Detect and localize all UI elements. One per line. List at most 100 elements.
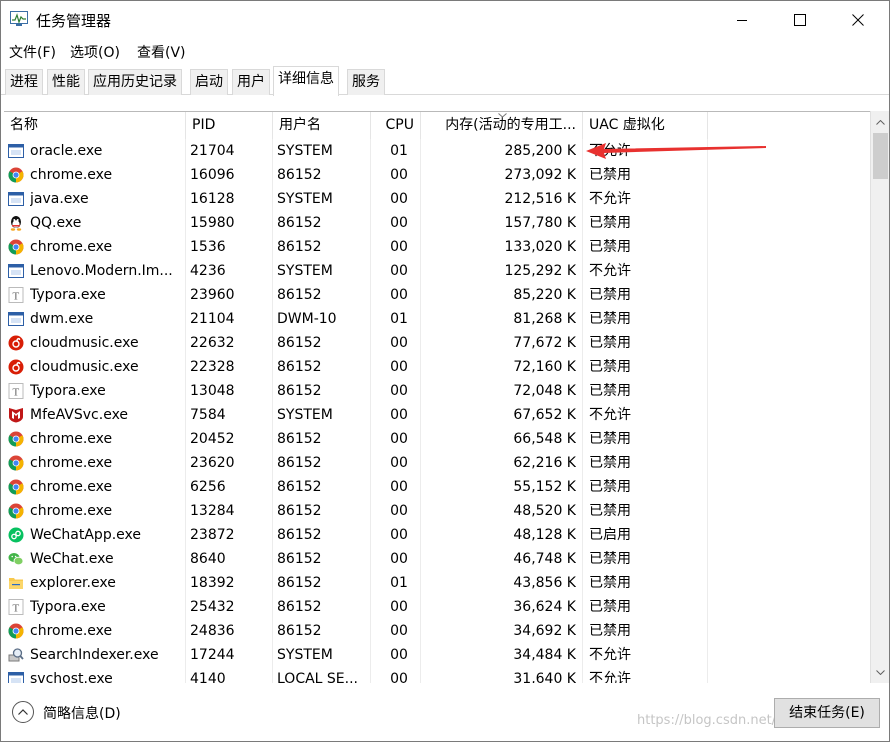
process-cpu: 00	[390, 263, 408, 279]
table-row[interactable]: MfeAVSvc.exe 7584 SYSTEM 00 67,652 K 不允许	[4, 403, 870, 427]
mcafee-icon	[8, 407, 24, 423]
process-pid: 4236	[190, 263, 226, 279]
table-row[interactable]: T Typora.exe 13048 86152 00 72,048 K 已禁用	[4, 379, 870, 403]
process-username: SYSTEM	[277, 407, 333, 423]
process-username: 86152	[277, 215, 322, 231]
table-row[interactable]: SearchIndexer.exe 17244 SYSTEM 00 34,484 K 不允…	[4, 643, 870, 667]
process-cpu: 00	[390, 215, 408, 231]
process-username: SYSTEM	[277, 143, 333, 159]
menu-options[interactable]: 选项(O)	[70, 42, 120, 62]
table-row[interactable]: WeChatApp.exe 23872 86152 00 48,128 K 已启用	[4, 523, 870, 547]
close-button[interactable]	[835, 1, 881, 39]
table-row[interactable]: WeChat.exe 8640 86152 00 46,748 K 已禁用	[4, 547, 870, 571]
process-cpu: 00	[390, 455, 408, 471]
table-row[interactable]: chrome.exe 13284 86152 00 48,520 K 已禁用	[4, 499, 870, 523]
table-row[interactable]: T Typora.exe 25432 86152 00 36,624 K 已禁用	[4, 595, 870, 619]
process-memory: 31,640 K	[513, 671, 576, 683]
process-name: QQ.exe	[30, 215, 82, 231]
process-memory: 77,672 K	[513, 335, 576, 351]
process-memory: 85,220 K	[513, 287, 576, 303]
column-header-uac[interactable]: UAC 虚拟化	[583, 112, 708, 139]
menu-view[interactable]: 查看(V)	[137, 42, 186, 62]
fewer-details-link[interactable]: 简略信息(D)	[43, 703, 121, 723]
table-row[interactable]: chrome.exe 24836 86152 00 34,692 K 已禁用	[4, 619, 870, 643]
table-row[interactable]: chrome.exe 20452 86152 00 66,548 K 已禁用	[4, 427, 870, 451]
column-header-pid[interactable]: PID	[186, 112, 273, 139]
process-username: 86152	[277, 599, 322, 615]
process-pid: 13284	[190, 503, 235, 519]
process-memory: 46,748 K	[513, 551, 576, 567]
process-cpu: 00	[390, 503, 408, 519]
vertical-scrollbar[interactable]	[870, 111, 889, 683]
scroll-up-button[interactable]	[871, 113, 890, 131]
process-name: MfeAVSvc.exe	[30, 407, 129, 423]
process-pid: 21104	[190, 311, 235, 327]
table-row[interactable]: chrome.exe 16096 86152 00 273,092 K 已禁用	[4, 163, 870, 187]
process-pid: 20452	[190, 431, 235, 447]
process-username: SYSTEM	[277, 191, 333, 207]
process-name: Typora.exe	[30, 599, 106, 615]
menu-file[interactable]: 文件(F)	[9, 42, 56, 62]
tab-processes[interactable]: 进程	[5, 69, 43, 95]
process-name: SearchIndexer.exe	[30, 647, 159, 663]
task-manager-icon	[10, 11, 28, 26]
maximize-button[interactable]	[777, 1, 823, 39]
column-header-name[interactable]: 名称	[4, 112, 186, 139]
table-row[interactable]: T Typora.exe 23960 86152 00 85,220 K 已禁用	[4, 283, 870, 307]
table-row[interactable]: chrome.exe 1536 86152 00 133,020 K 已禁用	[4, 235, 870, 259]
process-pid: 1536	[190, 239, 226, 255]
process-username: DWM-10	[277, 311, 337, 327]
process-cpu: 00	[390, 407, 408, 423]
qq-icon	[8, 215, 24, 231]
process-name: chrome.exe	[30, 479, 113, 495]
tab-services[interactable]: 服务	[347, 69, 385, 95]
process-uac: 已启用	[589, 527, 631, 543]
table-row[interactable]: cloudmusic.exe 22328 86152 00 72,160 K 已禁用	[4, 355, 870, 379]
table-row[interactable]: cloudmusic.exe 22632 86152 00 77,672 K 已禁用	[4, 331, 870, 355]
wechat-icon	[8, 551, 24, 567]
process-pid: 22328	[190, 359, 235, 375]
table-row[interactable]: chrome.exe 6256 86152 00 55,152 K 已禁用	[4, 475, 870, 499]
chrome-icon	[8, 167, 24, 183]
table-row[interactable]: QQ.exe 15980 86152 00 157,780 K 已禁用	[4, 211, 870, 235]
table-row[interactable]: Lenovo.Modern.Im... 4236 SYSTEM 00 125,292 K…	[4, 259, 870, 283]
scroll-thumb[interactable]	[873, 133, 888, 179]
chevron-up-circle-icon[interactable]	[12, 701, 34, 723]
arrow-shape	[586, 143, 766, 159]
column-header-cpu[interactable]: CPU	[371, 112, 421, 139]
app-window-icon	[8, 311, 24, 327]
details-table: 名称 PID 用户名 CPU 内存(活动的专用工... UAC 虚拟化 orac…	[4, 111, 870, 683]
tab-users[interactable]: 用户	[232, 69, 270, 95]
process-cpu: 00	[390, 671, 408, 683]
process-memory: 36,624 K	[513, 599, 576, 615]
column-header-username[interactable]: 用户名	[273, 112, 371, 139]
process-uac: 已禁用	[589, 359, 631, 375]
process-memory: 157,780 K	[504, 215, 576, 231]
process-memory: 133,020 K	[504, 239, 576, 255]
table-row[interactable]: explorer.exe 18392 86152 01 43,856 K 已禁用	[4, 571, 870, 595]
table-row[interactable]: java.exe 16128 SYSTEM 00 212,516 K 不允许	[4, 187, 870, 211]
table-row[interactable]: chrome.exe 23620 86152 00 62,216 K 已禁用	[4, 451, 870, 475]
end-task-button[interactable]: 结束任务(E)	[774, 698, 880, 728]
process-username: 86152	[277, 167, 322, 183]
process-cpu: 00	[390, 431, 408, 447]
svg-text:T: T	[13, 603, 20, 615]
process-memory: 67,652 K	[513, 407, 576, 423]
process-uac: 已禁用	[589, 431, 631, 447]
process-pid: 7584	[190, 407, 226, 423]
tab-details[interactable]: 详细信息	[273, 66, 339, 96]
process-pid: 6256	[190, 479, 226, 495]
table-row[interactable]: svchost.exe 4140 LOCAL SE... 00 31,640 K 不允许	[4, 667, 870, 683]
process-uac: 已禁用	[589, 455, 631, 471]
tab-performance[interactable]: 性能	[47, 69, 85, 95]
process-memory: 273,092 K	[504, 167, 576, 183]
process-uac: 已禁用	[589, 239, 631, 255]
tab-startup[interactable]: 启动	[190, 69, 228, 95]
tab-app-history[interactable]: 应用历史记录	[88, 69, 182, 95]
minimize-button[interactable]	[719, 1, 765, 39]
process-uac: 不允许	[589, 263, 631, 279]
process-name: chrome.exe	[30, 623, 113, 639]
process-pid: 23620	[190, 455, 235, 471]
table-row[interactable]: dwm.exe 21104 DWM-10 01 81,268 K 已禁用	[4, 307, 870, 331]
scroll-down-button[interactable]	[871, 663, 890, 681]
